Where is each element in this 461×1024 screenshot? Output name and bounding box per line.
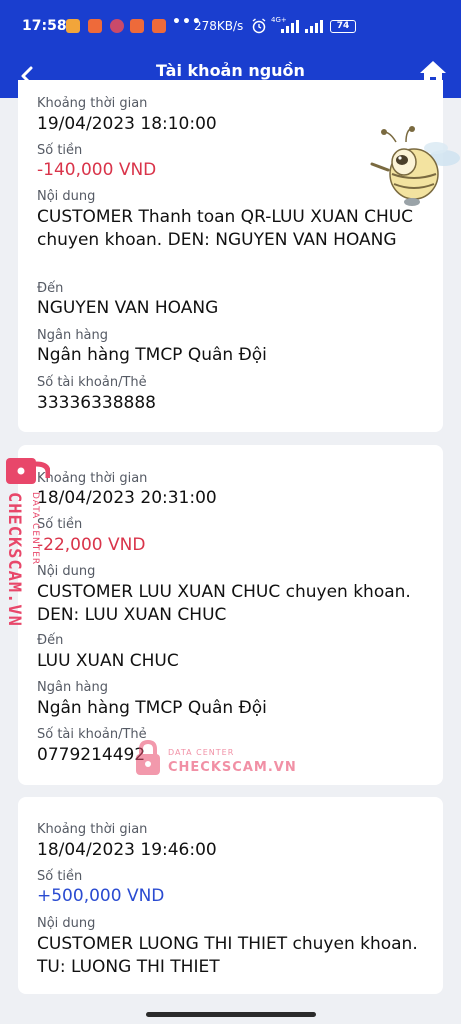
time-label: Khoảng thời gian [37,96,148,111]
battery-icon: 74 [330,20,356,33]
time-value: 18/04/2023 20:31:00 [37,488,217,508]
signal-icon [281,20,299,33]
notification-icon [152,19,166,33]
content-value: CUSTOMER Thanh toan QR-LUU XUAN CHUC chu… [37,207,414,250]
home-indicator[interactable] [146,1012,316,1017]
amount-value: +500,000 VND [37,886,165,906]
amount-label: Số tiền [37,869,83,884]
recipient-value: NGUYEN VAN HOANG [37,298,219,318]
recipient-value: LUU XUAN CHUC [37,651,179,671]
notification-icon [88,19,102,33]
bank-value: Ngân hàng TMCP Quân Đội [37,698,267,718]
watermark-vertical: CHECKSCAM.VN DATA CENTER [4,452,52,652]
notification-icon [110,19,124,33]
bee-mascot-icon[interactable] [366,126,461,208]
time-value: 19/04/2023 18:10:00 [37,114,217,134]
watermark-brand: CHECKSCAM.VN [4,492,24,627]
bank-value: Ngân hàng TMCP Quân Đội [37,345,267,365]
notification-icon [130,19,144,33]
content-label: Nội dung [37,916,96,931]
bank-label: Ngân hàng [37,680,109,695]
transaction-card[interactable]: Khoảng thời gian 18/04/2023 20:31:00 Số … [18,445,443,785]
lock-icon [6,458,50,484]
signal-icon [305,20,323,33]
watermark-brand: CHECKSCAM.VN [168,760,297,775]
network-speed: 278KB/s [194,19,244,33]
amount-value: -140,000 VND [37,160,157,180]
status-bar: 17:58 ••• 278KB/s 4G+ 74 [0,0,461,54]
watermark-sub: DATA CENTER [30,492,40,566]
page-title: Tài khoản nguồn [156,61,305,80]
account-value: 33336338888 [37,393,156,413]
watermark-sub: DATA CENTER [168,748,235,757]
account-value: 0779214492 [37,745,146,765]
alarm-icon [252,18,266,34]
time-value: 18/04/2023 19:46:00 [37,840,217,860]
time-label: Khoảng thời gian [37,471,148,486]
transaction-card[interactable]: Khoảng thời gian 18/04/2023 19:46:00 Số … [18,797,443,994]
watermark-center: DATA CENTER CHECKSCAM.VN [134,740,297,780]
account-label: Số tài khoản/Thẻ [37,375,147,390]
bank-label: Ngân hàng [37,328,109,343]
amount-label: Số tiền [37,143,83,158]
content-label: Nội dung [37,189,96,204]
content-value: CUSTOMER LUU XUAN CHUC chuyen khoan. DEN… [37,582,411,625]
amount-value: -22,000 VND [37,535,146,555]
notification-icon [66,19,80,33]
lock-icon [136,740,160,775]
recipient-label: Đến [37,281,64,296]
time-label: Khoảng thời gian [37,822,148,837]
status-time: 17:58 [22,18,67,34]
account-label: Số tài khoản/Thẻ [37,727,147,742]
content-value: CUSTOMER LUONG THI THIET chuyen khoan. T… [37,934,418,977]
